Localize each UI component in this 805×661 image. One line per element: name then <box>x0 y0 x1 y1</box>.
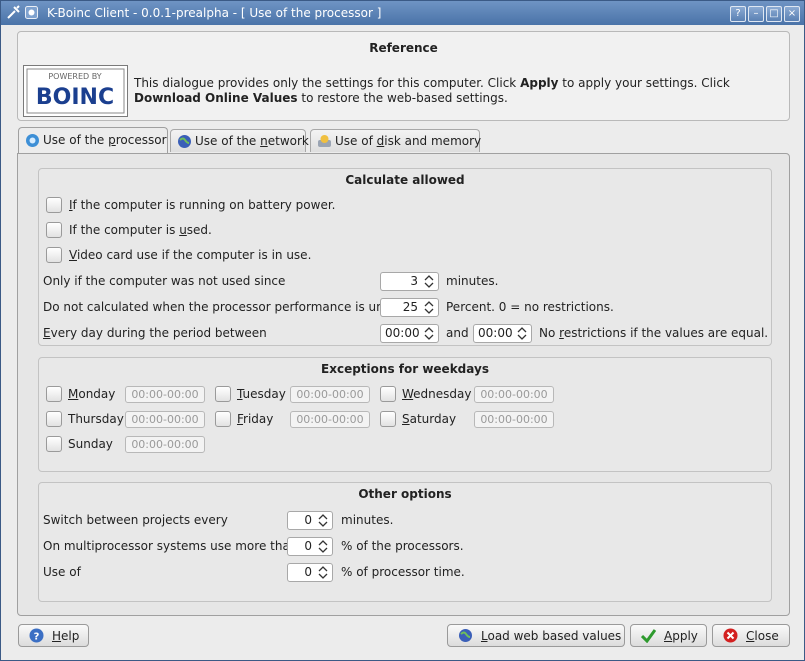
performance-value: 25 <box>402 300 418 314</box>
not-used-spinbox[interactable]: 3 <box>380 272 439 291</box>
period-label: Every day during the period between <box>43 326 267 340</box>
thursday-time-range[interactable]: 00:00-00:00 <box>125 411 205 428</box>
use-of-spinbox[interactable]: 0 <box>287 563 333 582</box>
period-end-value: 00:00 <box>478 326 513 340</box>
saturday-time-range[interactable]: 00:00-00:00 <box>474 411 554 428</box>
reference-text: This dialogue provides only the settings… <box>134 76 730 105</box>
monday-time-range[interactable]: 00:00-00:00 <box>125 386 205 403</box>
multiprocessor-spinbox[interactable]: 0 <box>287 537 333 556</box>
logo-top-text: POWERED BY <box>48 72 101 81</box>
use-of-unit: % of processor time. <box>341 565 465 579</box>
not-used-unit: minutes. <box>446 274 499 288</box>
minimize-button[interactable]: – <box>748 6 764 22</box>
thursday-label: Thursday <box>68 412 124 426</box>
title-bar: K-Boinc Client - 0.0.1-prealpha - [ Use … <box>1 1 804 25</box>
tab-disk-memory[interactable]: Use of disk and memory <box>310 129 481 152</box>
calculate-allowed-title: Calculate allowed <box>345 173 465 187</box>
not-used-label: Only if the computer was not used since <box>43 274 286 288</box>
saturday-checkbox[interactable] <box>380 411 396 427</box>
period-and-label: and <box>446 326 469 340</box>
spin-arrows-icon[interactable] <box>318 538 328 555</box>
window-menu-icon[interactable] <box>25 6 38 19</box>
other-options-group: Other options Switch between projects ev… <box>38 482 772 602</box>
window-title: K-Boinc Client - 0.0.1-prealpha - [ Use … <box>47 6 382 20</box>
period-end-timeedit[interactable]: 00:00 <box>473 324 532 343</box>
close-icon <box>723 628 738 643</box>
close-window-button[interactable]: × <box>784 6 800 22</box>
wednesday-label: Wednesday <box>402 387 472 401</box>
help-button[interactable]: ? Help <box>18 624 89 647</box>
use-of-label: Use of <box>43 565 81 579</box>
friday-time-range[interactable]: 00:00-00:00 <box>290 411 370 428</box>
close-button[interactable]: Close <box>712 624 790 647</box>
performance-unit: Percent. 0 = no restrictions. <box>446 300 614 314</box>
saturday-label: Saturday <box>402 412 457 426</box>
tab-processor[interactable]: Use of the processor <box>18 127 168 153</box>
boinc-logo: POWERED BY BOINC <box>23 65 128 117</box>
switch-projects-unit: minutes. <box>341 513 394 527</box>
sunday-time-range[interactable]: 00:00-00:00 <box>125 436 205 453</box>
not-used-value: 3 <box>410 274 418 288</box>
calculate-allowed-group: Calculate allowed If the computer is run… <box>38 168 772 346</box>
other-options-title: Other options <box>358 487 452 501</box>
logo-main-text: BOINC <box>36 85 114 110</box>
monday-checkbox[interactable] <box>46 386 62 402</box>
video-card-label: Video card use if the computer is in use… <box>69 248 312 262</box>
maximize-button[interactable]: □ <box>766 6 782 22</box>
wednesday-time-range[interactable]: 00:00-00:00 <box>474 386 554 403</box>
tuesday-checkbox[interactable] <box>215 386 231 402</box>
friday-label: Friday <box>237 412 274 426</box>
used-label: If the computer is used. <box>69 223 212 237</box>
globe-icon <box>459 629 472 642</box>
load-web-values-button[interactable]: Load web based values <box>447 624 625 647</box>
disk-icon <box>318 135 331 147</box>
tuesday-label: Tuesday <box>237 387 286 401</box>
svg-text:?: ? <box>34 632 40 643</box>
sunday-checkbox[interactable] <box>46 436 62 452</box>
switch-projects-spinbox[interactable]: 0 <box>287 511 333 530</box>
use-of-value: 0 <box>304 565 312 579</box>
reference-box: Reference POWERED BY BOINC This dialogue… <box>17 31 790 121</box>
apply-button[interactable]: Apply <box>630 624 707 647</box>
processor-icon <box>26 134 39 147</box>
spin-arrows-icon[interactable] <box>318 564 328 581</box>
wednesday-checkbox[interactable] <box>380 386 396 402</box>
tab-network[interactable]: Use of the network <box>170 129 309 152</box>
reference-title: Reference <box>369 41 438 55</box>
tools-icon[interactable] <box>6 5 21 20</box>
spin-arrows-icon[interactable] <box>424 325 434 342</box>
dialog-content: Reference POWERED BY BOINC This dialogue… <box>17 31 790 647</box>
tuesday-time-range[interactable]: 00:00-00:00 <box>290 386 370 403</box>
spin-arrows-icon[interactable] <box>424 299 434 316</box>
monday-label: Monday <box>68 387 116 401</box>
switch-projects-label: Switch between projects every <box>43 513 228 527</box>
multiprocessor-unit: % of the processors. <box>341 539 464 553</box>
performance-label: Do not calculated when the processor per… <box>43 300 404 314</box>
switch-projects-value: 0 <box>304 513 312 527</box>
weekday-exceptions-title: Exceptions for weekdays <box>321 362 489 376</box>
battery-checkbox[interactable] <box>46 197 62 213</box>
spin-arrows-icon[interactable] <box>424 273 434 290</box>
used-checkbox[interactable] <box>46 222 62 238</box>
weekday-exceptions-group: Exceptions for weekdays Monday 00:00-00:… <box>38 357 772 472</box>
multiprocessor-value: 0 <box>304 539 312 553</box>
spin-arrows-icon[interactable] <box>318 512 328 529</box>
network-globe-icon <box>178 135 191 148</box>
battery-label: If the computer is running on battery po… <box>69 198 336 212</box>
multiprocessor-label: On multiprocessor systems use more than <box>43 539 298 553</box>
period-note: No restrictions if the values are equal. <box>539 326 769 340</box>
checkmark-icon <box>641 629 656 643</box>
video-card-checkbox[interactable] <box>46 247 62 263</box>
spin-arrows-icon[interactable] <box>517 325 527 342</box>
main-window: K-Boinc Client - 0.0.1-prealpha - [ Use … <box>0 0 805 661</box>
help-icon: ? <box>29 628 44 643</box>
period-start-timeedit[interactable]: 00:00 <box>380 324 439 343</box>
performance-spinbox[interactable]: 25 <box>380 298 439 317</box>
friday-checkbox[interactable] <box>215 411 231 427</box>
sunday-label: Sunday <box>68 437 113 451</box>
processor-panel: Calculate allowed If the computer is run… <box>17 153 790 616</box>
period-start-value: 00:00 <box>385 326 420 340</box>
help-title-button[interactable]: ? <box>730 6 746 22</box>
thursday-checkbox[interactable] <box>46 411 62 427</box>
